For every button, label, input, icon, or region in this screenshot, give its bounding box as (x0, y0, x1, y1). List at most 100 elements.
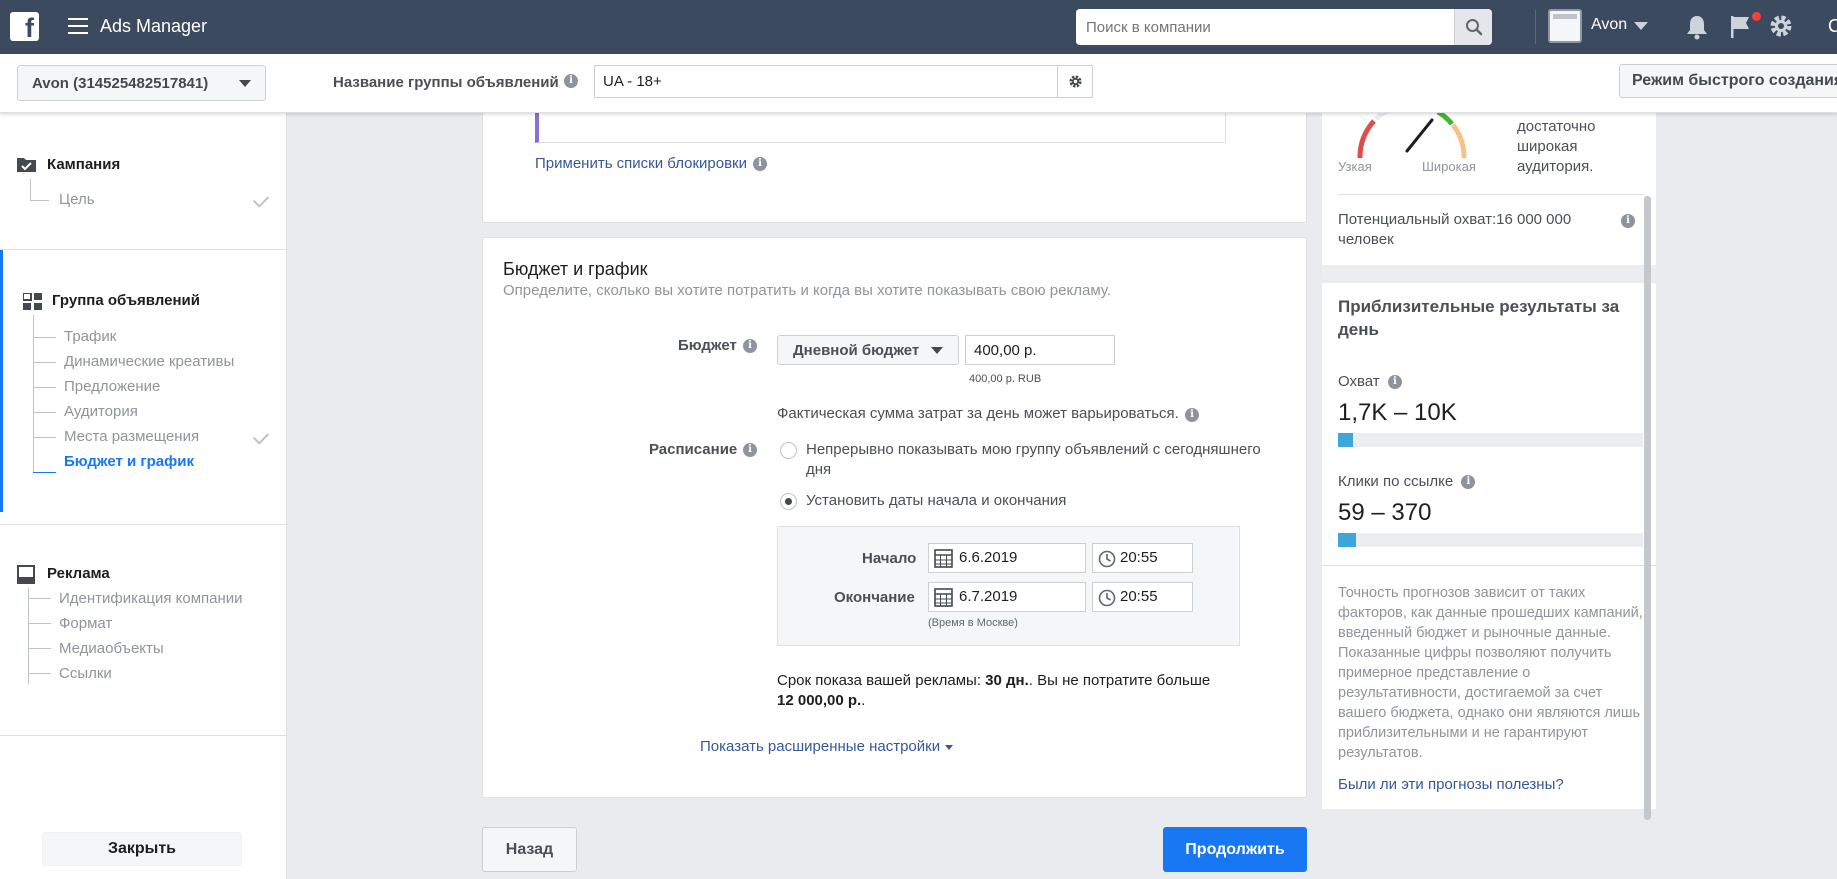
sidebar-item-format[interactable]: Формат (59, 615, 112, 632)
sidebar-section-adset: Группа объявлений Трафик Динамические кр… (0, 250, 287, 525)
close-button[interactable]: Закрыть (42, 832, 242, 866)
sidebar-item-dynamic-creative[interactable]: Динамические креативы (64, 353, 234, 370)
ad-account-selector-label: Avon (314525482517841) (32, 75, 209, 92)
top-navigation-bar: f Ads Manager Avon C (0, 0, 1837, 54)
sidebar-item-identity[interactable]: Идентификация компании (59, 590, 243, 607)
sidebar-item-placements[interactable]: Места размещения (64, 428, 199, 445)
budget-type-dropdown[interactable]: Дневной бюджет (777, 335, 959, 365)
reach-label: Охват (1338, 373, 1380, 390)
menu-icon[interactable] (68, 18, 88, 34)
app-title: Ads Manager (100, 16, 208, 36)
tree-line (28, 673, 51, 674)
clicks-label: Клики по ссылке (1338, 473, 1454, 490)
tree-line (28, 598, 51, 599)
start-time-value: 20:55 (1120, 549, 1158, 566)
reach-bar-fill (1338, 433, 1354, 447)
potential-reach-value: 16 000 000 (1496, 211, 1572, 228)
show-advanced-settings-link[interactable]: Показать расширенные настройки (700, 738, 954, 755)
sidebar-item-adset[interactable]: Группа объявлений (52, 292, 200, 309)
info-icon[interactable]: i (743, 339, 757, 353)
account-name[interactable]: Avon (1591, 16, 1627, 34)
info-icon[interactable]: i (1185, 408, 1199, 422)
sidebar-item-offer[interactable]: Предложение (64, 378, 160, 395)
clicks-value: 59 – 370 (1338, 499, 1432, 526)
back-button[interactable]: Назад (482, 827, 577, 872)
start-date-input[interactable]: 6.6.2019 (928, 543, 1086, 573)
potential-reach-label: Потенциальный охват: (1338, 211, 1497, 228)
end-time-value: 20:55 (1120, 588, 1158, 605)
sidebar-section-ad: Реклама Идентификация компании Формат Ме… (0, 525, 287, 736)
summary-suffix: . (861, 692, 866, 709)
quick-creation-mode-button[interactable]: Режим быстрого создания (1619, 64, 1837, 98)
sidebar-item-campaign[interactable]: Кампания (47, 156, 120, 173)
tree-line (33, 337, 56, 338)
topbar-divider (1535, 10, 1536, 44)
facebook-logo-icon[interactable]: f (10, 12, 39, 41)
start-time-input[interactable]: 20:55 (1092, 543, 1193, 573)
chevron-down-icon (945, 744, 954, 750)
sidebar-item-traffic[interactable]: Трафик (64, 328, 116, 345)
budget-schedule-card: Бюджет и график Определите, сколько вы х… (482, 237, 1307, 798)
gauge-description-line: широкая (1517, 138, 1578, 155)
reach-value: 1,7K – 10K (1338, 399, 1457, 426)
schedule-dates-label[interactable]: Установить даты начала и окончания (806, 491, 1066, 511)
check-icon (252, 428, 270, 445)
apply-blocklist-link[interactable]: Применить списки блокировки (535, 155, 747, 172)
company-search-input[interactable] (1076, 9, 1486, 45)
info-icon[interactable]: i (1461, 475, 1476, 490)
budget-amount-input[interactable] (965, 335, 1115, 365)
info-icon[interactable]: i (564, 74, 578, 88)
notification-badge (1752, 12, 1761, 21)
sidebar-item-budget-schedule[interactable]: Бюджет и график (64, 453, 194, 470)
gear-icon[interactable] (1768, 13, 1794, 39)
clicks-bar (1338, 533, 1643, 547)
info-icon[interactable]: i (1387, 375, 1402, 390)
budget-label: Бюджет (678, 337, 737, 354)
bell-icon[interactable] (1685, 14, 1709, 40)
show-advanced-settings-label: Показать расширенные настройки (700, 738, 941, 755)
calendar-icon (934, 588, 953, 607)
info-icon[interactable]: i (1621, 214, 1635, 228)
gauge-description: достаточно широкая аудитория. (1517, 117, 1595, 177)
panel-divider (1322, 565, 1656, 566)
blocklist-input-box (535, 110, 1226, 143)
budget-type-label: Дневной бюджет (793, 341, 920, 359)
adset-name-input[interactable] (594, 65, 1057, 98)
summary-mid: . Вы не потратите больше (1028, 672, 1211, 689)
sidebar-item-audience[interactable]: Аудитория (64, 403, 138, 420)
ad-preview-icon (17, 565, 35, 584)
gauge-narrow-label: Узкая (1338, 159, 1372, 174)
right-panel-scrollbar[interactable] (1644, 196, 1651, 820)
schedule-dates-radio[interactable] (780, 493, 797, 510)
daily-estimates-panel: Приблизительные результаты за день Охват… (1322, 283, 1656, 809)
continue-button[interactable]: Продолжить (1163, 827, 1307, 872)
account-avatar[interactable] (1548, 9, 1582, 43)
schedule-continuous-label[interactable]: Непрерывно показывать мою группу объявле… (806, 440, 1276, 480)
adset-name-settings-button[interactable] (1057, 65, 1093, 98)
tree-line (30, 200, 49, 201)
calendar-icon (934, 549, 953, 568)
info-icon[interactable]: i (743, 443, 757, 457)
schedule-continuous-radio[interactable] (780, 442, 797, 459)
end-date-input[interactable]: 6.7.2019 (928, 582, 1086, 612)
estimates-feedback-link[interactable]: Были ли эти прогнозы полезны? (1338, 776, 1564, 793)
tree-line (33, 387, 56, 388)
tree-line (28, 623, 51, 624)
potential-reach-unit: человек (1338, 231, 1394, 248)
chevron-down-icon[interactable] (1634, 22, 1648, 30)
sidebar-item-ad[interactable]: Реклама (47, 565, 110, 582)
search-button[interactable] (1454, 9, 1492, 45)
schedule-summary: Срок показа вашей рекламы: 30 дн.. Вы не… (777, 671, 1247, 711)
sidebar-item-objective[interactable]: Цель (59, 191, 95, 208)
right-panel-scrollbar-thumb[interactable] (1644, 196, 1651, 820)
summary-days: 30 дн. (985, 672, 1029, 689)
sidebar-item-links[interactable]: Ссылки (59, 665, 112, 682)
sidebar-item-media[interactable]: Медиаобъекты (59, 640, 164, 657)
schedule-label: Расписание (649, 441, 738, 458)
ad-account-selector[interactable]: Avon (314525482517841) (17, 65, 266, 101)
tree-line (33, 412, 56, 413)
help-icon-partial[interactable]: C (1828, 16, 1837, 37)
end-time-input[interactable]: 20:55 (1092, 582, 1193, 612)
flag-icon[interactable] (1729, 14, 1753, 40)
info-icon[interactable]: i (753, 157, 767, 171)
